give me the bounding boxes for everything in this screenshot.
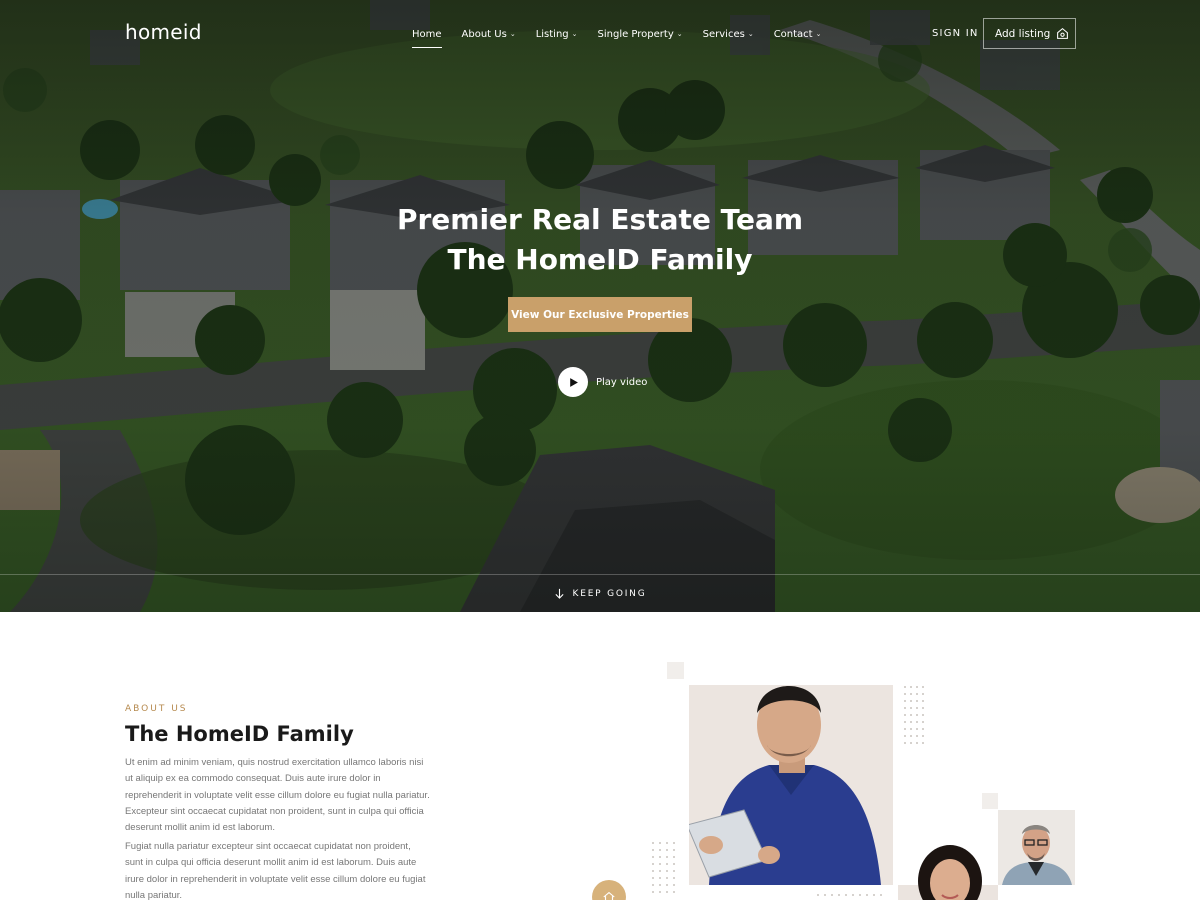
brand-logo[interactable]: homeid — [125, 20, 202, 44]
man-with-tablet-photo — [689, 685, 893, 885]
team-photo-main — [689, 685, 893, 885]
chevron-down-icon: ⌄ — [509, 30, 516, 38]
hero-section: homeid Home About Us ⌄ Listing ⌄ Single … — [0, 0, 1200, 612]
nav-item-listing[interactable]: Listing ⌄ — [536, 26, 578, 42]
dot-grid-decoration — [817, 894, 882, 896]
sign-in-link[interactable]: SIGN IN — [932, 28, 979, 39]
decorative-square — [667, 662, 684, 679]
house-badge — [592, 880, 626, 900]
nav-item-home[interactable]: Home — [412, 26, 442, 48]
about-paragraph: Fugiat nulla pariatur excepteur sint occ… — [125, 841, 426, 900]
view-properties-button[interactable]: View Our Exclusive Properties — [508, 297, 692, 332]
add-listing-button[interactable]: Add listing — [983, 18, 1076, 49]
hero-title: Premier Real Estate Team The HomeID Fami… — [0, 200, 1200, 280]
keep-going-label: KEEP GOING — [572, 588, 647, 599]
dot-grid-decoration — [904, 686, 924, 744]
nav-item-label: About Us — [461, 28, 507, 40]
arrow-down-icon — [554, 588, 564, 599]
nav-item-label: Services — [702, 28, 745, 40]
man-with-glasses-photo — [998, 810, 1075, 885]
keep-going-bar[interactable]: KEEP GOING — [0, 574, 1200, 612]
house-icon — [603, 891, 615, 900]
chevron-down-icon: ⌄ — [676, 30, 683, 38]
nav-item-label: Listing — [535, 28, 569, 40]
nav-item-single-property[interactable]: Single Property ⌄ — [598, 26, 683, 42]
about-kicker: ABOUT US — [125, 704, 188, 714]
nav-item-about-us[interactable]: About Us ⌄ — [462, 26, 516, 42]
chevron-down-icon: ⌄ — [815, 30, 822, 38]
team-photo-small — [998, 810, 1075, 885]
add-listing-label: Add listing — [995, 27, 1051, 40]
team-photo-woman — [898, 843, 998, 900]
woman-photo — [898, 843, 998, 900]
play-icon — [558, 367, 588, 397]
main-menu: Home About Us ⌄ Listing ⌄ Single Propert… — [412, 26, 841, 48]
nav-item-services[interactable]: Services ⌄ — [703, 26, 754, 42]
top-navigation: homeid Home About Us ⌄ Listing ⌄ Single … — [0, 0, 1200, 66]
chevron-down-icon: ⌄ — [747, 30, 754, 38]
nav-item-label: Contact — [773, 28, 813, 40]
decorative-square — [982, 793, 998, 809]
hero-title-line2: The HomeID Family — [447, 243, 753, 276]
chevron-down-icon: ⌄ — [571, 30, 578, 38]
play-video-label: Play video — [596, 376, 648, 388]
nav-item-contact[interactable]: Contact ⌄ — [774, 26, 822, 42]
hero-title-line1: Premier Real Estate Team — [396, 203, 804, 236]
house-icon — [1057, 27, 1069, 39]
about-paragraph: Ut enim ad minim veniam, quis nostrud ex… — [125, 757, 430, 834]
nav-item-label: Single Property — [597, 28, 674, 40]
dot-grid-decoration — [652, 842, 675, 893]
about-title: The HomeID Family — [125, 722, 354, 746]
play-video-button[interactable]: Play video — [558, 367, 647, 397]
nav-item-label: Home — [412, 28, 442, 40]
